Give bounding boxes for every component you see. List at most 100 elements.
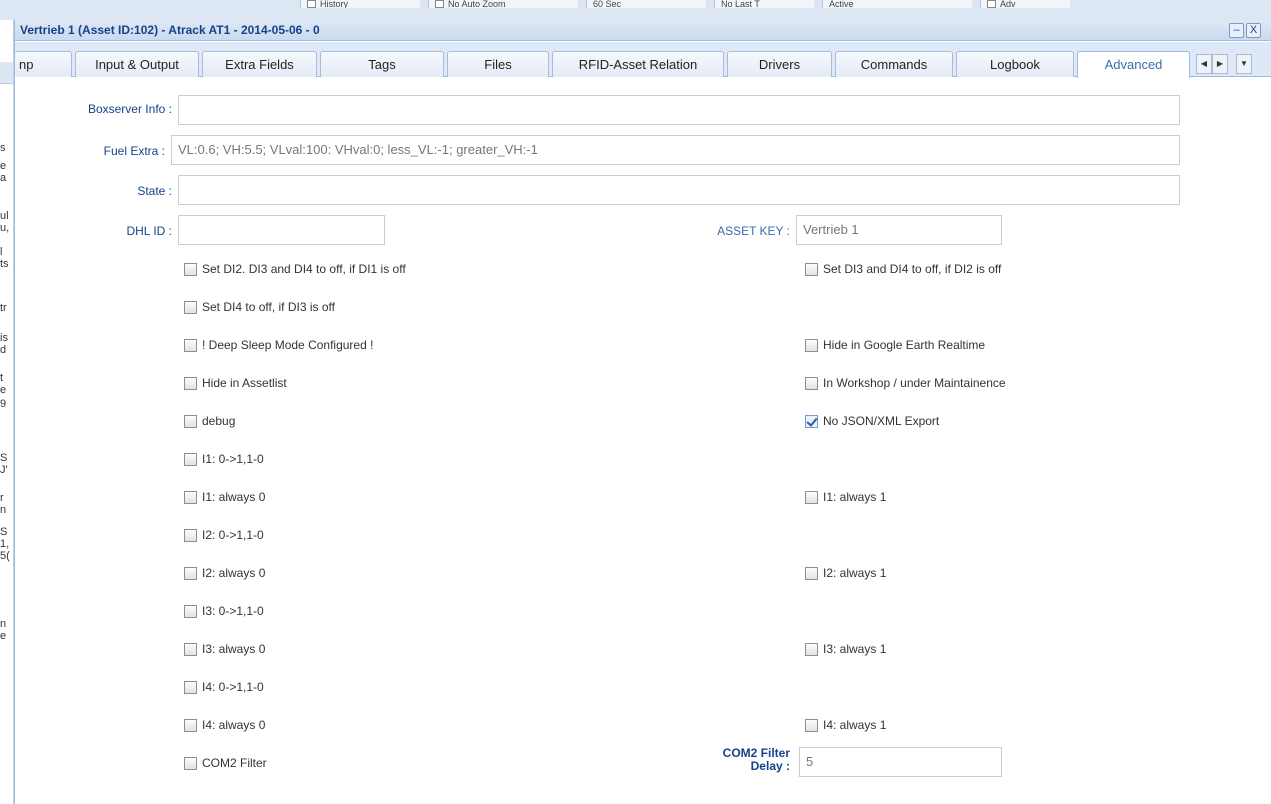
checkbox-row[interactable]: Set DI3 and DI4 to off, if DI2 is off: [805, 262, 1001, 276]
checkbox-row[interactable]: I4: always 0: [184, 718, 265, 732]
checkbox-label: I4: always 1: [823, 718, 887, 732]
checkbox-row[interactable]: I4: always 1: [805, 718, 886, 732]
checkbox-row[interactable]: I1: 0->1,1-0: [184, 452, 264, 466]
minimize-button[interactable]: –: [1229, 23, 1244, 38]
checkbox-row[interactable]: In Workshop / under Maintainence: [805, 376, 1006, 390]
checkbox-row[interactable]: Hide in Google Earth Realtime: [805, 338, 985, 352]
checkbox-row[interactable]: ! Deep Sleep Mode Configured !: [184, 338, 373, 352]
tab-input-output[interactable]: Input & Output: [75, 51, 199, 77]
tab-advanced[interactable]: Advanced: [1077, 51, 1190, 78]
tab-scroll-left-button[interactable]: ◀: [1196, 54, 1212, 74]
checkbox[interactable]: [805, 566, 818, 580]
checkbox-label: No JSON/XML Export: [823, 414, 940, 428]
boxserver-info-field[interactable]: [178, 95, 1180, 125]
tab-menu-button[interactable]: ▼: [1236, 54, 1252, 74]
bg-text: s: [0, 142, 6, 154]
com2-filter-delay-label: COM2 Filter Delay :: [680, 747, 790, 773]
tab-extra-fields[interactable]: Extra Fields: [202, 51, 317, 77]
checkbox[interactable]: [184, 376, 197, 390]
checkbox-row[interactable]: I3: always 0: [184, 642, 265, 656]
checkbox-row[interactable]: I2: always 1: [805, 566, 886, 580]
tab-files[interactable]: Files: [447, 51, 549, 77]
tab-tags[interactable]: Tags: [320, 51, 444, 77]
checkbox-label: Set DI2. DI3 and DI4 to off, if DI1 is o…: [202, 262, 406, 276]
bg-text: ts: [0, 258, 9, 270]
checkbox-label: I2: always 1: [823, 566, 887, 580]
checkbox-row[interactable]: I3: 0->1,1-0: [184, 604, 264, 618]
checkbox[interactable]: [184, 566, 197, 580]
bg-auto-zoom-toggle[interactable]: No Auto Zoom: [428, 0, 578, 8]
checkbox-label: COM2 Filter: [202, 756, 267, 770]
checkbox[interactable]: [805, 642, 818, 656]
state-field[interactable]: [178, 175, 1180, 205]
asset-key-field[interactable]: Vertrieb 1: [796, 215, 1002, 245]
checkbox-row[interactable]: I2: always 0: [184, 566, 265, 580]
tab-map[interactable]: np: [15, 51, 72, 77]
bg-text: J': [0, 464, 8, 476]
checkbox-row[interactable]: I1: always 0: [184, 490, 265, 504]
com2-filter-delay-label-line2: Delay :: [750, 759, 790, 773]
tab-scroll-right-button[interactable]: ▶: [1212, 54, 1228, 74]
tab-drivers[interactable]: Drivers: [727, 51, 832, 77]
asset-key-label: ASSET KEY :: [717, 224, 790, 238]
bg-text: e: [0, 630, 7, 642]
bg-interval-select[interactable]: 60 Sec: [586, 0, 706, 8]
dhl-id-field[interactable]: [178, 215, 385, 245]
bg-active-toggle[interactable]: Active: [822, 0, 972, 8]
tab-rfid-asset-relation[interactable]: RFID-Asset Relation: [552, 51, 724, 77]
checkbox-label: Set DI3 and DI4 to off, if DI2 is off: [823, 262, 1002, 276]
checkbox-row[interactable]: I1: always 1: [805, 490, 886, 504]
checkbox-checked[interactable]: [805, 414, 818, 428]
bg-band: [0, 62, 13, 84]
checkbox[interactable]: [184, 756, 197, 770]
checkbox[interactable]: [184, 300, 197, 314]
com2-filter-delay-field[interactable]: 5: [799, 747, 1002, 777]
checkbox[interactable]: [184, 262, 197, 276]
checkbox[interactable]: [184, 490, 197, 504]
checkbox[interactable]: [184, 642, 197, 656]
bg-last-toggle[interactable]: No Last T: [714, 0, 814, 8]
checkbox[interactable]: [805, 262, 818, 276]
bg-active-label: Active: [829, 0, 854, 8]
checkbox[interactable]: [184, 338, 197, 352]
checkbox-row[interactable]: I2: 0->1,1-0: [184, 528, 264, 542]
bg-auto-zoom-checkbox[interactable]: [435, 0, 444, 8]
tab-logbook[interactable]: Logbook: [956, 51, 1074, 77]
checkbox-row[interactable]: I3: always 1: [805, 642, 886, 656]
checkbox-row[interactable]: COM2 Filter: [184, 756, 267, 770]
tab-commands[interactable]: Commands: [835, 51, 953, 77]
bg-text: tr: [0, 302, 7, 314]
checkbox-row[interactable]: Set DI2. DI3 and DI4 to off, if DI1 is o…: [184, 262, 406, 276]
checkbox[interactable]: [184, 414, 197, 428]
checkbox-row[interactable]: Hide in Assetlist: [184, 376, 287, 390]
checkbox-label: Hide in Google Earth Realtime: [823, 338, 986, 352]
checkbox[interactable]: [184, 718, 197, 732]
bg-text: is: [0, 332, 8, 344]
bg-text: a: [0, 172, 7, 184]
checkbox-row[interactable]: No JSON/XML Export: [805, 414, 939, 428]
checkbox[interactable]: [184, 604, 197, 618]
checkbox-label: I4: always 0: [202, 718, 266, 732]
checkbox[interactable]: [184, 452, 197, 466]
checkbox[interactable]: [805, 718, 818, 732]
window-titlebar[interactable]: Vertrieb 1 (Asset ID:102) - Atrack AT1 -…: [15, 20, 1271, 41]
checkbox-row[interactable]: Set DI4 to off, if DI3 is off: [184, 300, 335, 314]
bg-adv-checkbox[interactable]: [987, 0, 996, 8]
bg-history-checkbox[interactable]: [307, 0, 316, 8]
bg-last-label: No Last T: [721, 0, 760, 8]
checkbox-row[interactable]: debug: [184, 414, 235, 428]
checkbox[interactable]: [805, 338, 818, 352]
bg-adv-label: Adv: [1000, 0, 1016, 8]
fuel-extra-label: Fuel Extra :: [103, 144, 165, 158]
bg-adv-toggle[interactable]: Adv: [980, 0, 1070, 8]
checkbox[interactable]: [805, 490, 818, 504]
bg-text: t: [0, 372, 4, 384]
checkbox[interactable]: [805, 376, 818, 390]
fuel-extra-field[interactable]: VL:0.6; VH:5.5; VLval:100: VHval:0; less…: [171, 135, 1180, 165]
close-button[interactable]: X: [1246, 23, 1261, 38]
checkbox[interactable]: [184, 528, 197, 542]
bg-text: u,: [0, 222, 10, 234]
bg-history-toggle[interactable]: History: [300, 0, 420, 8]
checkbox-row[interactable]: I4: 0->1,1-0: [184, 680, 264, 694]
checkbox[interactable]: [184, 680, 197, 694]
